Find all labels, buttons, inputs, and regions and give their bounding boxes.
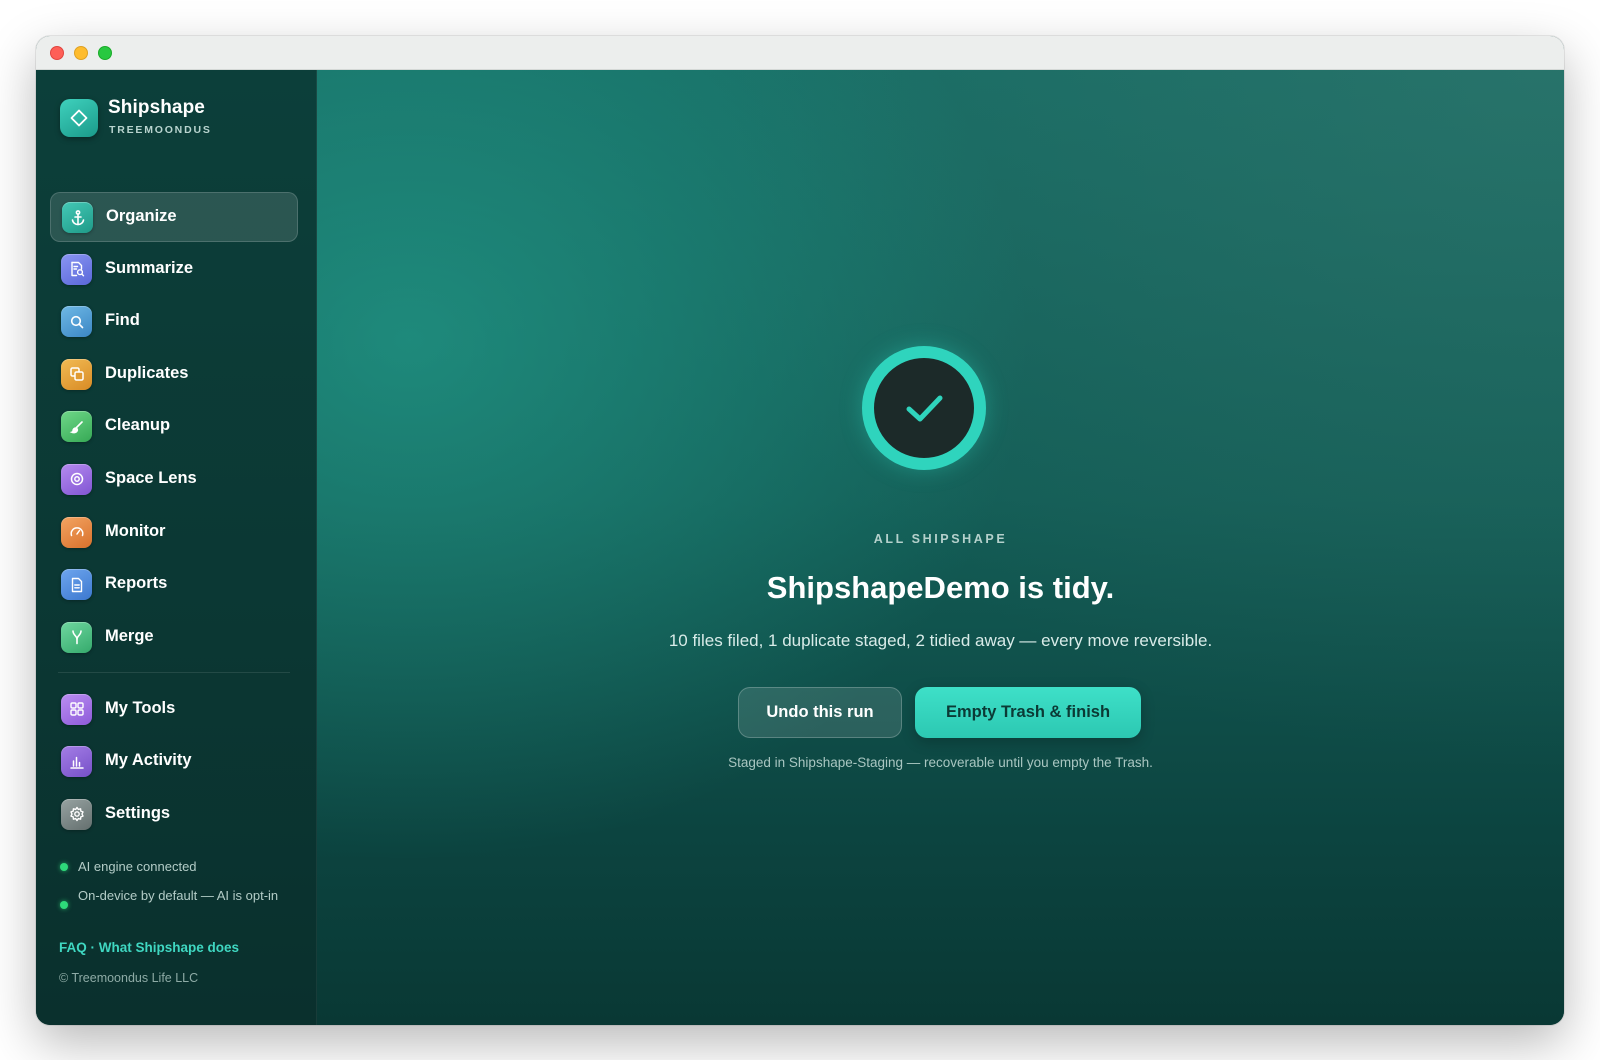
sidebar-item-summarize[interactable]: Summarize <box>50 245 298 295</box>
empty-trash-finish-button[interactable]: Empty Trash & finish <box>915 687 1141 738</box>
report-icon <box>61 569 92 601</box>
close-window-button[interactable] <box>50 46 64 60</box>
status-on-device: On-device by default — AI is opt-in <box>58 886 298 909</box>
sidebar-item-label: Settings <box>105 803 171 822</box>
sidebar-item-label: Space Lens <box>105 468 197 487</box>
status-ai-engine: AI engine connected <box>58 857 298 876</box>
title-bar <box>36 36 1564 70</box>
zoom-window-button[interactable] <box>98 46 112 60</box>
status-dot <box>60 863 68 871</box>
copy-icon <box>61 358 92 390</box>
status-panel: AI engine connected On-device by default… <box>58 857 298 909</box>
merge-icon <box>61 621 92 653</box>
sidebar-item-label: Organize <box>106 207 177 225</box>
status-dot <box>60 901 68 909</box>
faq-link[interactable]: FAQ <box>59 940 87 955</box>
sidebar-item-label: Reports <box>105 574 168 593</box>
run-summary: 10 files filed, 1 duplicate staged, 2 ti… <box>668 631 1213 650</box>
sidebar-item-label: My Tools <box>105 698 176 717</box>
sidebar-item-my-activity[interactable]: My Activity <box>50 737 298 787</box>
link-separator: · <box>90 940 96 955</box>
status-text: AI engine connected <box>78 859 197 874</box>
gauge-icon <box>61 516 92 548</box>
success-badge <box>862 346 986 470</box>
bar-chart-icon <box>61 746 92 778</box>
status-text: On-device by default — AI is opt-in <box>78 888 279 903</box>
sidebar-item-label: Summarize <box>105 258 194 277</box>
page-title: ShipshapeDemo is tidy. <box>766 570 1115 605</box>
sidebar-item-space-lens[interactable]: Space Lens <box>50 455 298 505</box>
sidebar-item-merge[interactable]: Merge <box>50 613 298 663</box>
target-icon <box>61 463 92 495</box>
checkmark-icon <box>906 395 943 422</box>
sidebar-item-duplicates[interactable]: Duplicates <box>50 350 298 400</box>
sidebar-item-label: Monitor <box>105 521 166 540</box>
status-eyebrow: ALL SHIPSHAPE <box>873 532 1008 546</box>
gear-icon <box>61 798 92 830</box>
app-name: Shipshape <box>108 97 205 118</box>
sidebar: Shipshape TREEMOONDUS Organize Summarize <box>36 70 317 1025</box>
sidebar-item-monitor[interactable]: Monitor <box>50 508 298 558</box>
sidebar-nav: Organize Summarize Find Duplicates Clean… <box>50 192 298 843</box>
sidebar-item-my-tools[interactable]: My Tools <box>50 685 298 735</box>
sidebar-item-label: Merge <box>105 626 154 645</box>
about-link[interactable]: What Shipshape does <box>99 940 239 955</box>
sidebar-divider <box>58 671 290 673</box>
undo-run-button[interactable]: Undo this run <box>738 687 902 738</box>
sidebar-item-label: Cleanup <box>105 416 171 435</box>
minimize-window-button[interactable] <box>74 46 88 60</box>
sidebar-item-label: My Activity <box>105 751 192 770</box>
brush-icon <box>61 411 92 443</box>
diamond-icon <box>60 99 98 137</box>
anchor-icon <box>62 202 93 233</box>
app-window: Shipshape TREEMOONDUS Organize Summarize <box>36 36 1564 1025</box>
copyright: © Treemoondus Life LLC <box>59 971 199 985</box>
sidebar-item-settings[interactable]: Settings <box>50 790 298 840</box>
main-content: ALL SHIPSHAPE ShipshapeDemo is tidy. 10 … <box>317 70 1564 1025</box>
sidebar-item-organize[interactable]: Organize <box>50 192 298 242</box>
sidebar-item-cleanup[interactable]: Cleanup <box>50 402 298 452</box>
sidebar-item-find[interactable]: Find <box>50 297 298 347</box>
grid-icon <box>61 693 92 725</box>
footer-links: FAQ · What Shipshape does <box>59 940 239 955</box>
sidebar-item-label: Duplicates <box>105 363 189 382</box>
sidebar-item-label: Find <box>105 311 140 330</box>
app-subtitle: TREEMOONDUS <box>109 124 212 136</box>
search-icon <box>61 306 92 338</box>
document-search-icon <box>61 253 92 285</box>
sidebar-item-reports[interactable]: Reports <box>50 560 298 610</box>
staging-note: Staged in Shipshape-Staging — recoverabl… <box>728 755 1153 770</box>
